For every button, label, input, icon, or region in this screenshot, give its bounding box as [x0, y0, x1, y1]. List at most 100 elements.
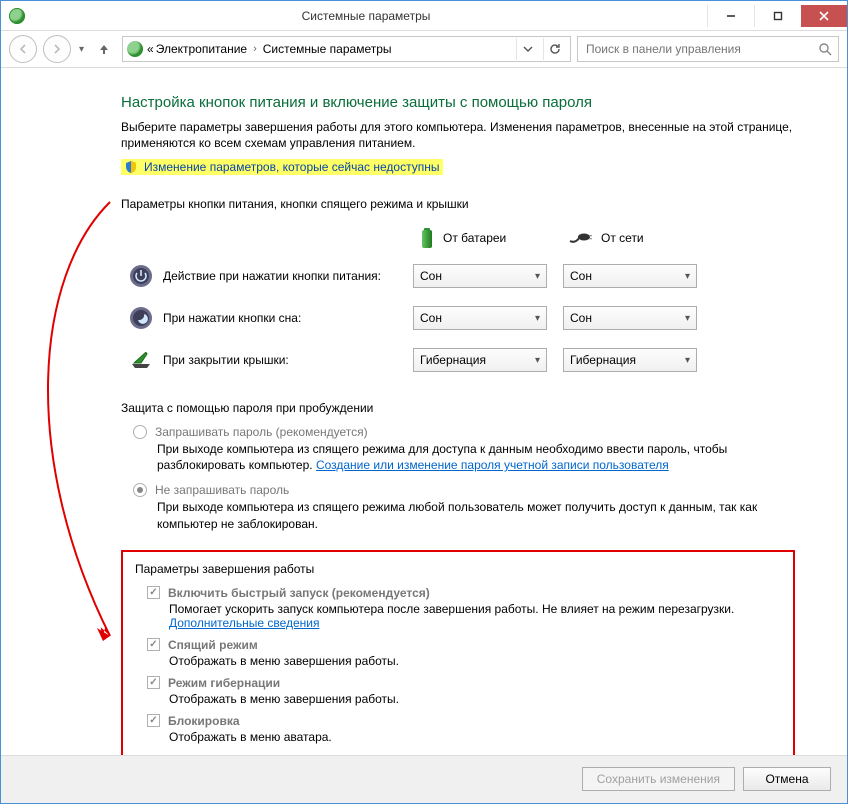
row-lid: При закрытии крышки:	[129, 339, 397, 381]
history-dropdown[interactable]: ▾	[77, 44, 86, 55]
breadcrumb-item[interactable]: Системные параметры	[263, 42, 392, 56]
combo-value: Гибернация	[570, 353, 636, 367]
title-bar: Системные параметры	[1, 1, 847, 31]
battery-icon	[419, 226, 435, 250]
nav-forward-button[interactable]	[43, 35, 71, 63]
chevron-down-icon: ▾	[685, 271, 690, 282]
section-shutdown-title: Параметры завершения работы	[135, 562, 781, 576]
combo-value: Сон	[570, 269, 592, 283]
more-info-link[interactable]: Дополнительные сведения	[169, 616, 319, 630]
hibernate-item: Режим гибернации Отображать в меню завер…	[147, 676, 781, 706]
sleep-desc: Отображать в меню завершения работы.	[169, 654, 781, 668]
power-button-icon	[129, 264, 153, 288]
row-lid-label: При закрытии крышки:	[163, 353, 289, 367]
window-title: Системные параметры	[25, 9, 707, 23]
close-button[interactable]	[801, 5, 847, 27]
page-description: Выберите параметры завершения работы для…	[121, 119, 795, 151]
radio-label: Запрашивать пароль (рекомендуется)	[155, 425, 368, 439]
lock-item: Блокировка Отображать в меню аватара.	[147, 714, 781, 744]
location-icon	[127, 41, 143, 57]
arrow-up-icon	[97, 42, 111, 56]
arrow-right-icon	[51, 43, 63, 55]
hibernate-desc: Отображать в меню завершения работы.	[169, 692, 781, 706]
lid-ac-combo[interactable]: Гибернация ▾	[563, 348, 697, 372]
radio-icon	[133, 425, 147, 439]
checkbox-icon	[147, 714, 160, 727]
chevron-down-icon: ▾	[535, 271, 540, 282]
radio-no-password[interactable]: Не запрашивать пароль	[133, 483, 795, 497]
search-input[interactable]	[584, 41, 818, 57]
search-box[interactable]	[577, 36, 839, 62]
settings-grid: От батареи От сети	[129, 221, 795, 381]
shutdown-settings-box: Параметры завершения работы Включить быс…	[121, 550, 795, 755]
content-area: Настройка кнопок питания и включение защ…	[1, 68, 847, 755]
minimize-button[interactable]	[707, 5, 754, 27]
sleep-battery-combo[interactable]: Сон ▾	[413, 306, 547, 330]
chevron-down-icon: ▾	[685, 355, 690, 366]
column-ac: От сети	[563, 221, 697, 255]
lid-battery-combo[interactable]: Гибернация ▾	[413, 348, 547, 372]
row-power-label: Действие при нажатии кнопки питания:	[163, 269, 381, 283]
checkbox-label: Блокировка	[168, 714, 240, 728]
section-buttons-title: Параметры кнопки питания, кнопки спящего…	[121, 197, 795, 211]
refresh-icon	[549, 43, 561, 55]
nav-back-button[interactable]	[9, 35, 37, 63]
sleep-button-icon	[129, 306, 153, 330]
create-password-link[interactable]: Создание или изменение пароля учетной за…	[316, 458, 669, 472]
plug-icon	[569, 231, 593, 245]
nav-bar: ▾ « Электропитание › Системные параметры	[1, 31, 847, 67]
radio-no-password-desc: При выходе компьютера из спящего режима …	[157, 499, 795, 531]
chevron-down-icon: ▾	[535, 313, 540, 324]
chevron-right-icon: ›	[249, 43, 261, 55]
checkbox-icon	[147, 676, 160, 689]
radio-require-password[interactable]: Запрашивать пароль (рекомендуется)	[133, 425, 795, 439]
save-button[interactable]: Сохранить изменения	[582, 767, 735, 791]
unlock-settings-link[interactable]: Изменение параметров, которые сейчас нед…	[121, 159, 443, 175]
breadcrumb: « Электропитание › Системные параметры	[147, 42, 392, 56]
nav-up-button[interactable]	[92, 37, 116, 61]
footer: Сохранить изменения Отмена	[1, 755, 847, 803]
row-sleep-button: При нажатии кнопки сна:	[129, 297, 397, 339]
fast-startup-item: Включить быстрый запуск (рекомендуется) …	[147, 586, 781, 630]
sleep-checkbox[interactable]: Спящий режим	[147, 638, 781, 652]
window: Системные параметры ▾ «	[0, 0, 848, 804]
row-power-button: Действие при нажатии кнопки питания:	[129, 255, 397, 297]
hibernate-checkbox[interactable]: Режим гибернации	[147, 676, 781, 690]
radio-icon	[133, 483, 147, 497]
window-buttons	[707, 5, 847, 27]
fast-startup-desc: Помогает ускорить запуск компьютера посл…	[169, 602, 781, 630]
chevron-down-icon: ▾	[685, 313, 690, 324]
minimize-icon	[726, 11, 736, 21]
sleep-ac-combo[interactable]: Сон ▾	[563, 306, 697, 330]
shield-icon	[124, 160, 138, 174]
chevron-down-icon	[523, 44, 533, 54]
annotation-arrow	[15, 196, 135, 656]
arrow-left-icon	[17, 43, 29, 55]
breadcrumb-item[interactable]: Электропитание	[156, 42, 247, 56]
power-battery-combo[interactable]: Сон ▾	[413, 264, 547, 288]
cancel-button[interactable]: Отмена	[743, 767, 831, 791]
power-ac-combo[interactable]: Сон ▾	[563, 264, 697, 288]
column-battery: От батареи	[413, 221, 547, 255]
desc-text: Помогает ускорить запуск компьютера посл…	[169, 602, 734, 616]
checkbox-label: Режим гибернации	[168, 676, 280, 690]
section-password-title: Защита с помощью пароля при пробуждении	[121, 401, 795, 415]
sleep-item: Спящий режим Отображать в меню завершени…	[147, 638, 781, 668]
maximize-button[interactable]	[754, 5, 801, 27]
laptop-lid-icon	[129, 348, 153, 372]
chevron-down-icon: ▾	[535, 355, 540, 366]
address-dropdown[interactable]	[516, 38, 539, 60]
battery-app-icon	[9, 8, 25, 24]
maximize-icon	[773, 11, 783, 21]
lock-desc: Отображать в меню аватара.	[169, 730, 781, 744]
radio-label: Не запрашивать пароль	[155, 483, 289, 497]
fast-startup-checkbox[interactable]: Включить быстрый запуск (рекомендуется)	[147, 586, 781, 600]
address-bar[interactable]: « Электропитание › Системные параметры	[122, 36, 571, 62]
close-icon	[819, 11, 829, 21]
refresh-button[interactable]	[543, 38, 566, 60]
row-sleep-label: При нажатии кнопки сна:	[163, 311, 301, 325]
column-battery-label: От батареи	[443, 231, 506, 245]
lock-checkbox[interactable]: Блокировка	[147, 714, 781, 728]
combo-value: Сон	[420, 269, 442, 283]
radio-require-desc: При выходе компьютера из спящего режима …	[157, 441, 795, 473]
